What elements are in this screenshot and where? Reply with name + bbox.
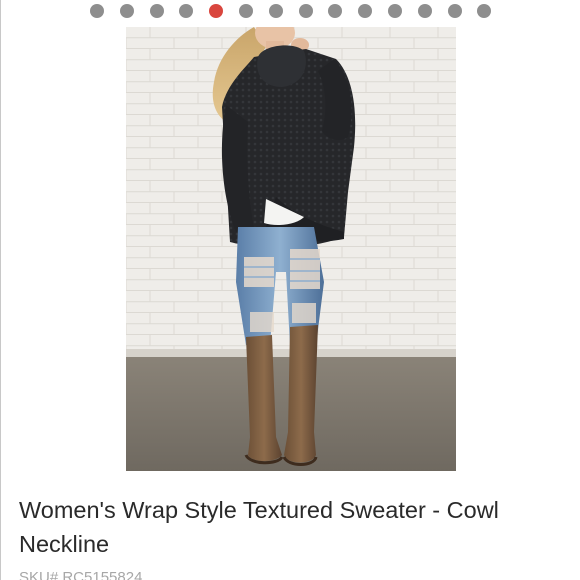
product-sku: SKU# RC5155824 — [19, 569, 143, 580]
carousel-dot[interactable] — [179, 4, 193, 18]
carousel-dot[interactable] — [239, 4, 253, 18]
carousel-dot[interactable] — [328, 4, 342, 18]
left-border — [0, 0, 1, 580]
carousel-dot-active[interactable] — [209, 4, 223, 18]
carousel-dot[interactable] — [448, 4, 462, 18]
carousel-dot[interactable] — [150, 4, 164, 18]
product-photo-illustration — [126, 27, 456, 471]
carousel-pagination — [0, 4, 580, 18]
carousel-dot[interactable] — [477, 4, 491, 18]
carousel-dot[interactable] — [120, 4, 134, 18]
product-page: Women's Wrap Style Textured Sweater - Co… — [0, 0, 580, 580]
product-image[interactable] — [126, 27, 456, 471]
carousel-dot[interactable] — [418, 4, 432, 18]
carousel-dot[interactable] — [90, 4, 104, 18]
carousel-dot[interactable] — [388, 4, 402, 18]
product-title: Women's Wrap Style Textured Sweater - Co… — [19, 497, 499, 557]
carousel-dot[interactable] — [269, 4, 283, 18]
carousel-dot[interactable] — [358, 4, 372, 18]
carousel-dot[interactable] — [299, 4, 313, 18]
